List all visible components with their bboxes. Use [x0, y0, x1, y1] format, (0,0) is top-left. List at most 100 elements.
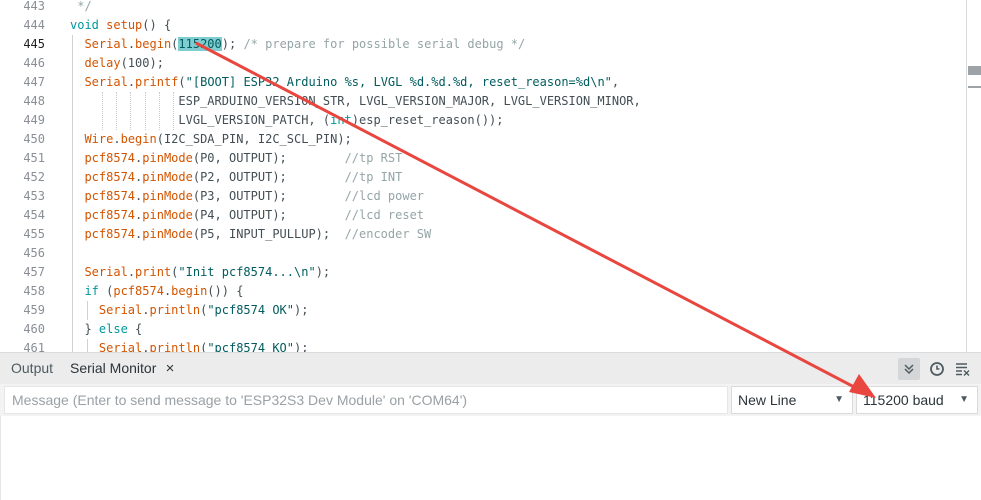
code-token: Serial — [98, 341, 143, 352]
code-token: begin — [120, 132, 157, 146]
clock-icon[interactable] — [926, 358, 948, 380]
code-token: delay — [84, 56, 121, 70]
line-number: 451 — [23, 151, 45, 165]
code-token: ()) { — [207, 284, 244, 298]
code-token: begin — [171, 284, 208, 298]
editor-scrollbar-track[interactable] — [966, 0, 967, 352]
indent-guide — [159, 92, 160, 130]
panel-tab-bar: Output Serial Monitor × — [0, 353, 981, 384]
line-ending-select[interactable]: New Line ▼ — [731, 386, 853, 414]
code-line[interactable]: delay(100); — [70, 54, 164, 73]
indent-guide — [173, 92, 174, 130]
code-token: setup — [106, 18, 143, 32]
line-number: 460 — [23, 322, 45, 336]
code-editor[interactable]: 443 444 445 446 447 448 449 450 451 452 453 454 455 4… — [0, 0, 981, 352]
baud-rate-select[interactable]: 115200 baud ▼ — [856, 386, 978, 414]
code-line[interactable]: pcf8574.pinMode(P4, OUTPUT); //lcd reset — [70, 206, 424, 225]
chevron-down-icon: ▼ — [959, 394, 969, 405]
code-token: "pcf8574 OK" — [207, 303, 295, 317]
tab-serial-monitor[interactable]: Serial Monitor × — [62, 353, 181, 384]
line-number: 461 — [23, 341, 45, 352]
code-token: Serial — [84, 37, 128, 51]
line-number: 456 — [23, 246, 45, 260]
code-token: (I2C_SDA_PIN, I2C_SCL_PIN); — [156, 132, 352, 146]
line-number-gutter: 443 444 445 446 447 448 449 450 451 452 453 454 455 4… — [0, 0, 56, 352]
code-line[interactable]: Serial.begin(115200); /* prepare for pos… — [70, 35, 525, 54]
code-token: //tp INT — [344, 170, 403, 184]
code-token: . — [127, 75, 136, 89]
editor-scrollbar-marker — [968, 86, 981, 88]
code-token: . — [142, 341, 150, 352]
code-line[interactable]: Serial.println("pcf8574 OK"); — [70, 301, 309, 320]
code-line[interactable]: Wire.begin(I2C_SDA_PIN, I2C_SCL_PIN); — [70, 130, 352, 149]
code-token: LVGL_VERSION_PATCH, ( — [70, 113, 331, 127]
code-line[interactable]: pcf8574.pinMode(P3, OUTPUT); //lcd power — [70, 187, 424, 206]
code-token: //encoder SW — [344, 227, 432, 241]
line-number: 445 — [23, 37, 45, 51]
code-token: (100); — [120, 56, 164, 70]
code-token: pinMode — [142, 208, 193, 222]
code-line[interactable]: pcf8574.pinMode(P2, OUTPUT); //tp INT — [70, 168, 402, 187]
code-token: //lcd reset — [344, 208, 425, 222]
code-token: int — [330, 113, 352, 127]
code-token: pcf8574 — [84, 170, 136, 184]
line-number: 452 — [23, 170, 45, 184]
code-line[interactable]: */ — [70, 0, 92, 16]
code-line[interactable]: LVGL_VERSION_PATCH, (int)esp_reset_reaso… — [70, 111, 504, 130]
line-number: 446 — [23, 56, 45, 70]
code-token: ); — [221, 37, 244, 51]
code-token: { — [127, 322, 143, 336]
line-number: 448 — [23, 94, 45, 108]
code-token: "Init pcf8574...\n" — [178, 265, 316, 279]
indent-guide — [116, 92, 117, 130]
code-line[interactable]: pcf8574.pinMode(P0, OUTPUT); //tp RST — [70, 149, 402, 168]
code-token: print — [135, 265, 172, 279]
code-token: */ — [70, 0, 92, 13]
code-line[interactable]: ESP_ARDUINO_VERSION_STR, LVGL_VERSION_MA… — [70, 92, 641, 111]
double-chevron-down-icon[interactable] — [898, 358, 920, 380]
serial-output-area[interactable] — [0, 416, 981, 500]
code-token: Serial — [84, 75, 128, 89]
code-line[interactable]: } else { — [70, 320, 142, 339]
code-token: ESP_ARDUINO_VERSION_STR, LVGL_VERSION_MA… — [70, 94, 641, 108]
code-token: pcf8574 — [84, 227, 136, 241]
line-number: 450 — [23, 132, 45, 146]
line-number: 454 — [23, 208, 45, 222]
code-token: , — [611, 75, 620, 89]
indent-guide — [87, 339, 88, 352]
baud-rate-value: 115200 baud — [863, 392, 944, 408]
clear-output-icon[interactable] — [952, 358, 974, 380]
editor-scrollbar-thumb[interactable] — [968, 66, 981, 75]
line-number: 453 — [23, 189, 45, 203]
code-area[interactable]: */ void setup() { Serial.begin(115200); /… — [70, 0, 965, 352]
indent-guide — [87, 301, 88, 320]
code-token: ( — [178, 75, 186, 89]
code-token: else — [98, 322, 128, 336]
code-token: () { — [142, 18, 172, 32]
tab-output[interactable]: Output — [11, 353, 53, 384]
code-token: )esp_reset_reason()); — [351, 113, 504, 127]
code-line[interactable]: if (pcf8574.begin()) { — [70, 282, 243, 301]
line-number: 444 — [23, 18, 45, 32]
code-token: pcf8574 — [113, 284, 164, 298]
bottom-panel: Output Serial Monitor × Message (Enter t… — [0, 352, 981, 500]
code-line[interactable]: pcf8574.pinMode(P5, INPUT_PULLUP); //enc… — [70, 225, 431, 244]
close-icon[interactable]: × — [166, 353, 175, 384]
code-line[interactable]: Serial.printf("[BOOT] ESP32 Arduino %s, … — [70, 73, 619, 92]
code-token: (P0, OUTPUT); — [192, 151, 345, 165]
indent-guide — [130, 92, 131, 130]
code-line[interactable]: Serial.println("pcf8574 KO"); — [70, 339, 309, 352]
code-line[interactable]: void setup() { — [70, 16, 171, 35]
message-input[interactable]: Message (Enter to send message to 'ESP32… — [4, 386, 728, 414]
code-token: Serial — [98, 303, 143, 317]
code-token: (P3, OUTPUT); — [192, 189, 345, 203]
code-token: ( — [98, 284, 114, 298]
code-line[interactable]: Serial.print("Init pcf8574...\n"); — [70, 263, 330, 282]
line-number: 447 — [23, 75, 45, 89]
code-token: /* prepare for possible serial debug */ — [243, 37, 526, 51]
code-token: pinMode — [142, 170, 193, 184]
line-number: 458 — [23, 284, 45, 298]
code-token: Serial — [84, 265, 128, 279]
code-token: ); — [294, 341, 309, 352]
